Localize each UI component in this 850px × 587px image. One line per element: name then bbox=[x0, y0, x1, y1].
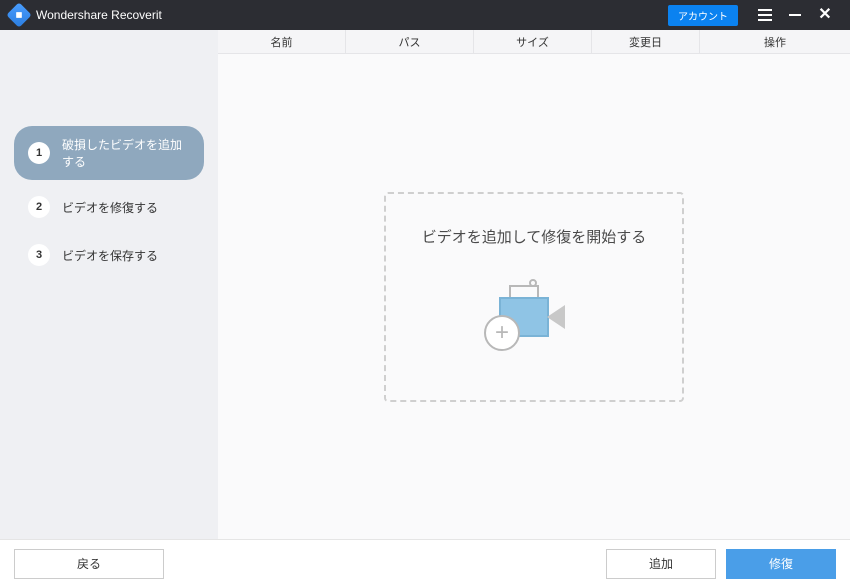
close-icon: ✕ bbox=[818, 7, 831, 23]
minimize-icon bbox=[789, 14, 801, 16]
minimize-button[interactable] bbox=[780, 0, 810, 30]
main-panel: 名前 パス サイズ 変更日 操作 ビデオを追加して修復を開始する + bbox=[218, 30, 850, 539]
close-button[interactable]: ✕ bbox=[810, 0, 840, 30]
step-save-video[interactable]: 3 ビデオを保存する bbox=[14, 234, 204, 276]
back-button[interactable]: 戻る bbox=[14, 549, 164, 579]
column-header-action[interactable]: 操作 bbox=[700, 30, 850, 53]
column-header-path[interactable]: パス bbox=[346, 30, 474, 53]
account-button[interactable]: アカウント bbox=[668, 5, 738, 26]
column-header-size[interactable]: サイズ bbox=[474, 30, 592, 53]
column-header-name[interactable]: 名前 bbox=[218, 30, 346, 53]
step-label: 破損したビデオを追加する bbox=[62, 136, 190, 170]
step-number: 1 bbox=[28, 142, 50, 164]
step-label: ビデオを保存する bbox=[62, 247, 158, 264]
plus-icon: + bbox=[484, 315, 520, 351]
video-camera-icon: + bbox=[489, 275, 579, 355]
sidebar: 1 破損したビデオを追加する 2 ビデオを修復する 3 ビデオを保存する bbox=[0, 30, 218, 539]
step-add-video[interactable]: 1 破損したビデオを追加する bbox=[14, 126, 204, 180]
app-logo-icon bbox=[6, 2, 31, 27]
step-repair-video[interactable]: 2 ビデオを修復する bbox=[14, 186, 204, 228]
step-number: 2 bbox=[28, 196, 50, 218]
column-header-date[interactable]: 変更日 bbox=[592, 30, 700, 53]
titlebar: Wondershare Recoverit アカウント ✕ bbox=[0, 0, 850, 30]
dropzone-text: ビデオを追加して修復を開始する bbox=[422, 226, 647, 247]
video-dropzone[interactable]: ビデオを追加して修復を開始する + bbox=[384, 192, 684, 402]
table-header: 名前 パス サイズ 変更日 操作 bbox=[218, 30, 850, 54]
app-title: Wondershare Recoverit bbox=[36, 8, 162, 22]
add-button[interactable]: 追加 bbox=[606, 549, 716, 579]
menu-button[interactable] bbox=[750, 0, 780, 30]
footer: 戻る 追加 修復 bbox=[0, 539, 850, 587]
step-number: 3 bbox=[28, 244, 50, 266]
repair-button[interactable]: 修復 bbox=[726, 549, 836, 579]
hamburger-icon bbox=[758, 9, 772, 21]
step-label: ビデオを修復する bbox=[62, 199, 158, 216]
